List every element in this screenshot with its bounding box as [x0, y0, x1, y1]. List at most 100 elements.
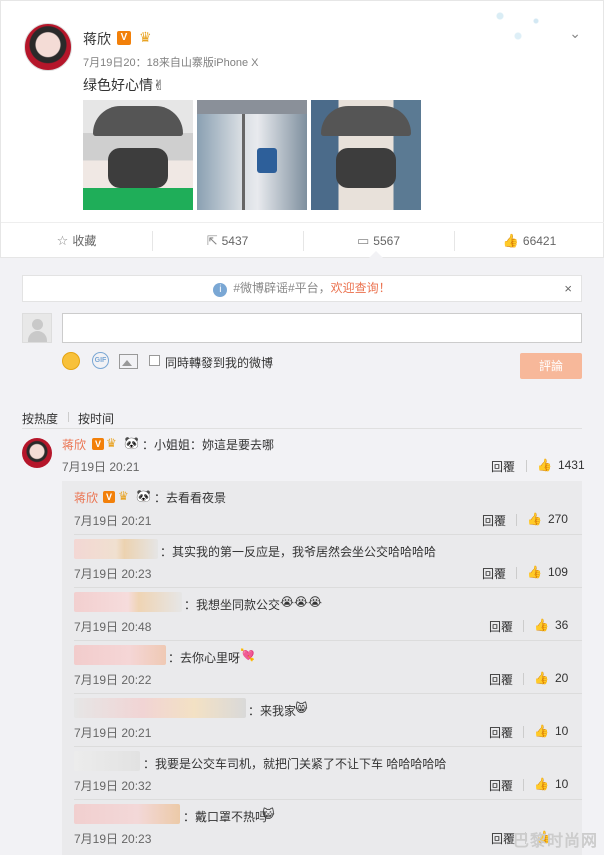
comment-icon: ▭	[357, 233, 370, 248]
divider	[74, 587, 582, 588]
repost-checkbox[interactable]	[149, 355, 160, 366]
reply-text: ：来我家	[248, 704, 297, 718]
reply-button[interactable]: 回覆	[489, 671, 513, 688]
reply-like-button[interactable]: 👍 36	[534, 618, 568, 632]
reply-time: 7月19日 20:23	[74, 832, 152, 846]
mask-shape	[336, 148, 396, 188]
reply-text: ：去看看夜景	[154, 491, 227, 505]
sort-by-time-tab[interactable]: 按时间	[78, 410, 114, 427]
post-image-2[interactable]	[197, 100, 307, 210]
cat-emoji-icon: 😸	[295, 701, 308, 715]
thumbs-up-icon: 👍	[537, 458, 552, 472]
reply-time: 7月19日 20:21	[74, 514, 152, 528]
reply-time: 7月19日 20:22	[74, 673, 152, 687]
blurred-username	[74, 698, 246, 718]
author-name[interactable]: 蒋欣	[83, 29, 111, 49]
divider	[74, 799, 582, 800]
reply-text: ：去你心里呀	[168, 651, 241, 665]
crown-icon: ♛	[106, 436, 117, 450]
share-icon: ⇱	[206, 233, 218, 248]
notice-link[interactable]: 欢迎查询！	[331, 281, 391, 295]
watermark: 巴黎时尚网	[512, 833, 598, 850]
commenter-avatar[interactable]	[22, 438, 52, 468]
reply-like-button[interactable]: 👍 109	[527, 565, 568, 579]
comment-count: 5567	[373, 234, 400, 248]
reply-like-count: 20	[554, 671, 569, 685]
divider	[68, 412, 69, 422]
reply-time: 7月19日 20:21	[74, 726, 152, 740]
crown-icon: ♛	[118, 489, 129, 503]
divider	[516, 514, 517, 526]
reply-text: ：其实我的第一反应是，我爷居然会坐公交哈哈哈哈	[160, 545, 437, 559]
divider	[22, 428, 582, 429]
reply-author[interactable]: 蒋欣	[74, 489, 98, 506]
sort-by-hot-tab[interactable]: 按热度	[22, 410, 58, 427]
comment-input[interactable]	[62, 313, 582, 343]
blurred-username	[74, 804, 180, 824]
blurred-username	[74, 592, 182, 612]
emoji-icon[interactable]	[62, 352, 80, 370]
reply-like-button[interactable]: 👍 270	[527, 512, 568, 526]
reply-like-button[interactable]: 👍 20	[534, 671, 568, 685]
verified-badge-icon: V	[103, 491, 115, 503]
divider	[516, 567, 517, 579]
favorite-button[interactable]: ☆ 收藏	[1, 223, 152, 259]
panda-emoji-icon: 🐼	[136, 489, 151, 503]
reply-button[interactable]: 回覆	[482, 512, 506, 529]
mask-shape	[108, 148, 168, 188]
member-crown-icon: ♛	[139, 29, 152, 45]
reply-time: 7月19日 20:32	[74, 779, 152, 793]
reply-time: 7月19日 20:23	[74, 567, 152, 581]
like-count: 66421	[522, 234, 557, 248]
like-button[interactable]: 👍 66421	[454, 223, 604, 259]
reply-button[interactable]: 回覆	[489, 777, 513, 794]
reply-like-count: 270	[547, 512, 568, 526]
thumbs-up-icon: 👍	[534, 618, 549, 632]
cat-emoji-icon: 😺	[262, 807, 275, 821]
thumbs-up-icon: 👍	[534, 777, 549, 791]
reply-button[interactable]: 回覆	[491, 458, 515, 475]
rumor-notice-bar: i #微博辟谣#平台，欢迎查询！ ×	[22, 275, 582, 302]
reply-button[interactable]: 回覆	[491, 830, 515, 847]
thumbs-up-icon: 👍	[527, 512, 542, 526]
info-icon: i	[213, 283, 228, 297]
close-icon[interactable]: ×	[564, 276, 572, 301]
blurred-username	[74, 539, 158, 559]
image-upload-icon[interactable]	[119, 354, 138, 369]
comment-like-count: 1431	[557, 458, 585, 472]
post-image-3[interactable]	[311, 100, 421, 210]
post-meta: 7月19日20：18来自山寨版iPhone X	[83, 57, 259, 69]
comment-like-button[interactable]: 👍 1431	[537, 458, 585, 472]
crying-emoji-icon: 😭😭😭	[280, 595, 323, 609]
submit-comment-button[interactable]: 評論	[520, 353, 582, 379]
chevron-down-icon[interactable]: ⌄	[569, 25, 581, 42]
reply-like-button[interactable]: 👍 10	[534, 724, 568, 738]
post-image-1[interactable]	[83, 100, 193, 210]
reply-time: 7月19日 20:48	[74, 620, 152, 634]
reply-button[interactable]: 回覆	[489, 618, 513, 635]
comment-time: 7月19日 20:21	[62, 460, 140, 474]
commenter-name[interactable]: 蒋欣	[62, 436, 86, 453]
reply-like-button[interactable]: 👍 10	[534, 777, 568, 791]
verified-badge-icon: V	[92, 438, 104, 450]
reply-like-count: 10	[554, 724, 569, 738]
star-icon: ☆	[56, 233, 69, 248]
reply-text: ：戴口罩不热吗	[183, 810, 268, 824]
reply-button[interactable]: 回覆	[489, 724, 513, 741]
divider	[526, 460, 527, 472]
gif-icon[interactable]: GIF	[92, 352, 109, 369]
thumbs-up-icon: 👍	[502, 233, 519, 248]
weibo-post-card: 蒋欣 V ♛ ⌄ 7月19日20：18来自山寨版iPhone X 绿色好心情✌ …	[0, 0, 604, 258]
share-button[interactable]: ⇱ 5437	[152, 223, 303, 259]
share-count: 5437	[221, 234, 249, 248]
bus-ceiling-shape	[197, 100, 307, 114]
reply-like-count: 109	[547, 565, 568, 579]
reply-button[interactable]: 回覆	[482, 565, 506, 582]
divider	[523, 673, 524, 685]
reply-text: ：我要是公交车司机，就把门关紧了不让下车 哈哈哈哈哈	[143, 757, 447, 771]
divider	[523, 620, 524, 632]
active-tab-arrow	[369, 251, 383, 258]
post-action-bar: ☆ 收藏 ⇱ 5437 ▭ 5567 👍 66421	[1, 222, 604, 258]
divider	[523, 779, 524, 791]
author-avatar[interactable]	[24, 23, 72, 71]
